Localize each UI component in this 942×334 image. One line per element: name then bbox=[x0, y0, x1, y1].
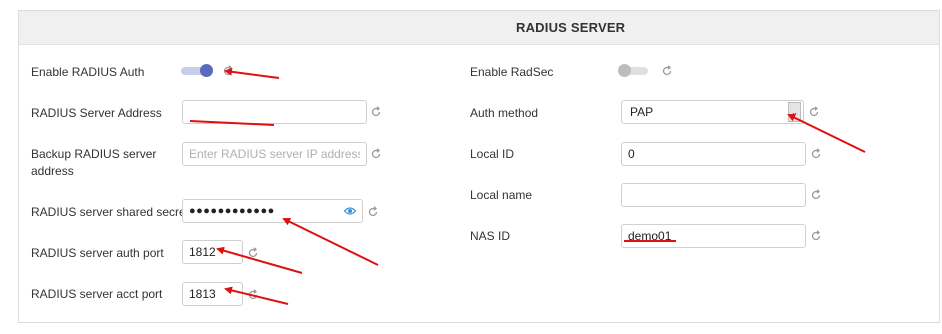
eye-icon[interactable] bbox=[344, 206, 356, 216]
chevron-down-icon[interactable]: ⌄ bbox=[788, 102, 801, 122]
toggle-knob bbox=[618, 64, 631, 77]
reset-icon[interactable] bbox=[810, 230, 822, 242]
panel-header: RADIUS SERVER bbox=[19, 11, 939, 45]
reset-icon[interactable] bbox=[367, 206, 379, 218]
backup-radius-server-label-line2: address bbox=[31, 164, 74, 178]
reset-icon[interactable] bbox=[661, 65, 673, 77]
reset-icon[interactable] bbox=[247, 289, 259, 301]
reset-icon[interactable] bbox=[810, 148, 822, 160]
reset-icon[interactable] bbox=[222, 65, 234, 77]
auth-method-label: Auth method bbox=[470, 106, 539, 120]
auth-method-select[interactable]: PAP ⌄ bbox=[621, 100, 804, 124]
toggle-knob bbox=[200, 64, 213, 77]
panel-title: RADIUS SERVER bbox=[516, 20, 626, 35]
local-id-label: Local ID bbox=[470, 147, 515, 161]
radius-server-address-label: RADIUS Server Address bbox=[31, 106, 162, 120]
local-id-input[interactable]: 0 bbox=[621, 142, 806, 166]
reset-icon[interactable] bbox=[370, 106, 382, 118]
enable-radius-auth-label: Enable RADIUS Auth bbox=[31, 65, 145, 79]
backup-radius-server-label-line1: Backup RADIUS server bbox=[31, 147, 157, 161]
radius-shared-secret-label: RADIUS server shared secret bbox=[31, 205, 190, 219]
reset-icon[interactable] bbox=[247, 247, 259, 259]
auth-method-value: PAP bbox=[630, 105, 654, 119]
radius-auth-port-label: RADIUS server auth port bbox=[31, 246, 164, 260]
radius-acct-port-label: RADIUS server acct port bbox=[31, 287, 163, 301]
backup-radius-server-input[interactable] bbox=[182, 142, 367, 166]
nas-id-label: NAS ID bbox=[470, 229, 511, 243]
reset-icon[interactable] bbox=[808, 106, 820, 118]
radius-auth-port-input[interactable]: 1812 bbox=[182, 240, 243, 264]
enable-radsec-label: Enable RadSec bbox=[470, 65, 554, 79]
radius-acct-port-input[interactable]: 1813 bbox=[182, 282, 243, 306]
local-name-input[interactable] bbox=[621, 183, 806, 207]
radius-server-panel: RADIUS SERVER bbox=[18, 10, 940, 323]
reset-icon[interactable] bbox=[810, 189, 822, 201]
shared-secret-value: ●●●●●●●●●●●● bbox=[189, 205, 275, 217]
nas-id-input[interactable]: demo01 bbox=[621, 224, 806, 248]
radius-shared-secret-input[interactable]: ●●●●●●●●●●●● bbox=[182, 199, 363, 223]
enable-radsec-toggle[interactable] bbox=[618, 64, 650, 78]
reset-icon[interactable] bbox=[370, 148, 382, 160]
enable-radius-auth-toggle[interactable] bbox=[181, 64, 213, 78]
radius-server-address-input[interactable] bbox=[182, 100, 367, 124]
local-name-label: Local name bbox=[470, 188, 533, 202]
